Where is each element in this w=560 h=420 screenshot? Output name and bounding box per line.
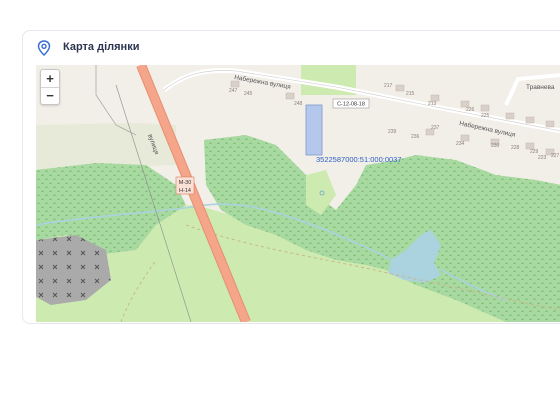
map-card: Карта ділянки Набережна вулиця Набережна… [22, 30, 560, 324]
card-title: Карта ділянки [63, 41, 140, 53]
street-label: Травнева [526, 84, 555, 91]
zoom-control: + − [40, 69, 60, 105]
highway-badge-n14: Н-14 [179, 188, 191, 194]
svg-text:217: 217 [384, 83, 393, 89]
svg-text:225: 225 [481, 113, 490, 119]
location-pin-icon [37, 40, 51, 56]
svg-text:227: 227 [551, 153, 560, 159]
svg-text:248: 248 [294, 101, 303, 107]
svg-text:213: 213 [428, 101, 437, 107]
zoom-out-button[interactable]: − [41, 87, 59, 104]
svg-text:226: 226 [466, 107, 475, 113]
svg-text:236: 236 [411, 134, 420, 140]
svg-text:228: 228 [511, 145, 520, 151]
svg-text:245: 245 [244, 91, 253, 97]
map-canvas[interactable]: Набережна вулиця Набережна вулиця Травне… [36, 65, 560, 322]
highway-badge-m30: М-30 [179, 180, 192, 186]
svg-text:237: 237 [431, 125, 440, 131]
svg-text:247: 247 [229, 88, 238, 94]
svg-text:239: 239 [388, 129, 397, 135]
land-parcel[interactable] [305, 104, 323, 156]
svg-text:234: 234 [456, 141, 465, 147]
zoom-in-button[interactable]: + [41, 70, 59, 87]
svg-text:230: 230 [491, 143, 500, 149]
road-sign-label: С-12-08-18 [337, 102, 365, 108]
svg-text:223: 223 [538, 155, 547, 161]
svg-text:215: 215 [406, 91, 415, 97]
card-header: Карта ділянки [23, 31, 560, 65]
parcel-label[interactable]: 3522587000:51:000:0037 [316, 155, 402, 164]
map-view[interactable]: Набережна вулиця Набережна вулиця Травне… [36, 65, 560, 322]
